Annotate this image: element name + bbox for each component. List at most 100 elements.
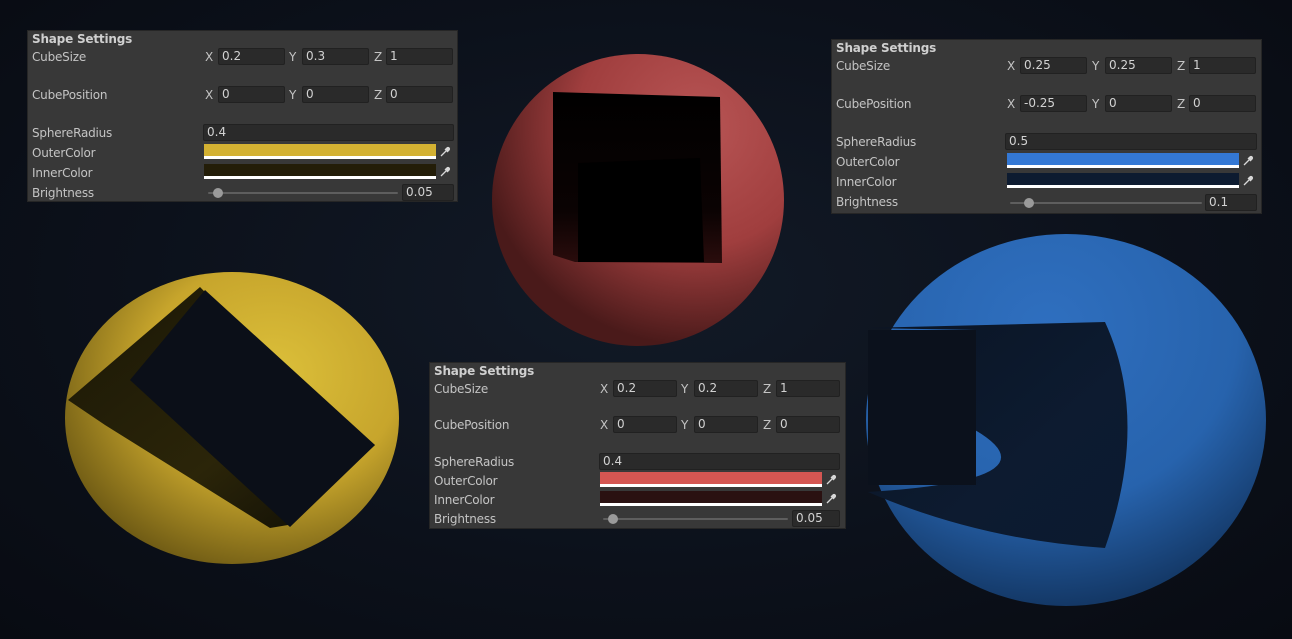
axis-x-label: X (600, 382, 609, 396)
panel-title: Shape Settings (32, 32, 133, 46)
outer-color-label: OuterColor (836, 155, 900, 169)
cube-position-label: CubePosition (836, 97, 912, 111)
inner-color-swatch[interactable] (600, 491, 822, 507)
cube-position-y-field[interactable]: 0 (302, 86, 369, 103)
shape-settings-panel-blue: Shape Settings CubeSize X 0.25 Y 0.25 Z … (831, 39, 1262, 214)
sphere-radius-label: SphereRadius (32, 126, 113, 140)
axis-z-label: Z (763, 418, 772, 432)
cube-position-y-field[interactable]: 0 (1105, 95, 1172, 112)
axis-z-label: Z (1177, 59, 1186, 73)
axis-y-label: Y (289, 50, 297, 64)
eyedropper-icon[interactable] (822, 472, 840, 488)
cube-position-z-field[interactable]: 0 (386, 86, 453, 103)
outer-color-swatch[interactable] (1007, 153, 1239, 169)
brightness-field[interactable]: 0.1 (1205, 194, 1257, 211)
axis-x-label: X (600, 418, 609, 432)
inner-color-fill (1007, 173, 1239, 185)
alpha-bar (600, 484, 822, 487)
outer-color-fill (600, 472, 822, 484)
brightness-label: Brightness (434, 512, 496, 526)
outer-color-fill (204, 144, 436, 156)
red-sphere[interactable] (492, 54, 784, 346)
inner-color-label: InnerColor (32, 166, 93, 180)
eyedropper-icon[interactable] (1239, 153, 1257, 169)
inner-color-swatch[interactable] (1007, 173, 1239, 189)
yellow-sphere[interactable] (65, 272, 399, 564)
alpha-bar (204, 176, 436, 179)
axis-x-label: X (1007, 97, 1016, 111)
cube-size-label: CubeSize (836, 59, 891, 73)
inner-color-swatch[interactable] (204, 164, 436, 180)
sphere-radius-label: SphereRadius (836, 135, 917, 149)
blue-sphere[interactable] (866, 234, 1266, 606)
eyedropper-icon[interactable] (822, 491, 840, 507)
alpha-bar (600, 503, 822, 506)
cube-position-label: CubePosition (434, 418, 510, 432)
axis-y-label: Y (681, 418, 689, 432)
cube-position-z-field[interactable]: 0 (1189, 95, 1256, 112)
axis-y-label: Y (1092, 97, 1100, 111)
brightness-slider-knob[interactable] (213, 188, 223, 198)
axis-z-label: Z (763, 382, 772, 396)
brightness-label: Brightness (32, 186, 94, 200)
inner-color-fill (600, 491, 822, 503)
cube-position-y-field[interactable]: 0 (694, 416, 758, 433)
axis-z-label: Z (1177, 97, 1186, 111)
shape-settings-panel-yellow: Shape Settings CubeSize X 0.2 Y 0.3 Z 1 … (27, 30, 458, 202)
sphere-radius-field[interactable]: 0.4 (599, 453, 840, 470)
cube-size-y-field[interactable]: 0.3 (302, 48, 369, 65)
axis-y-label: Y (289, 88, 297, 102)
outer-color-swatch[interactable] (600, 472, 822, 488)
cube-position-x-field[interactable]: 0 (613, 416, 677, 433)
shape-settings-panel-red: Shape Settings CubeSize X 0.2 Y 0.2 Z 1 … (429, 362, 846, 529)
cube-position-x-field[interactable]: -0.25 (1020, 95, 1087, 112)
brightness-slider-knob[interactable] (608, 514, 618, 524)
inner-color-label: InnerColor (836, 175, 897, 189)
eyedropper-icon[interactable] (436, 144, 454, 160)
cube-size-z-field[interactable]: 1 (1189, 57, 1256, 74)
brightness-label: Brightness (836, 195, 898, 209)
cube-size-y-field[interactable]: 0.2 (694, 380, 758, 397)
outer-color-label: OuterColor (32, 146, 96, 160)
cube-size-label: CubeSize (32, 50, 87, 64)
brightness-slider-track[interactable] (1010, 202, 1202, 204)
brightness-field[interactable]: 0.05 (402, 184, 454, 201)
cube-size-z-field[interactable]: 1 (386, 48, 453, 65)
cube-size-z-field[interactable]: 1 (776, 380, 840, 397)
blue-sphere-hole (868, 330, 976, 485)
brightness-slider-knob[interactable] (1024, 198, 1034, 208)
cube-position-x-field[interactable]: 0 (218, 86, 285, 103)
outer-color-label: OuterColor (434, 474, 498, 488)
cube-position-label: CubePosition (32, 88, 108, 102)
cube-size-x-field[interactable]: 0.2 (613, 380, 677, 397)
axis-y-label: Y (681, 382, 689, 396)
outer-color-swatch[interactable] (204, 144, 436, 160)
brightness-field[interactable]: 0.05 (792, 510, 840, 527)
outer-color-fill (1007, 153, 1239, 165)
alpha-bar (1007, 165, 1239, 168)
sphere-radius-field[interactable]: 0.5 (1005, 133, 1257, 150)
alpha-bar (204, 156, 436, 159)
brightness-slider-track[interactable] (208, 192, 398, 194)
cube-size-label: CubeSize (434, 382, 489, 396)
alpha-bar (1007, 185, 1239, 188)
inner-color-fill (204, 164, 436, 176)
panel-title: Shape Settings (434, 364, 535, 378)
axis-z-label: Z (374, 50, 383, 64)
axis-x-label: X (205, 50, 214, 64)
axis-x-label: X (1007, 59, 1016, 73)
cube-size-x-field[interactable]: 0.25 (1020, 57, 1087, 74)
cube-position-z-field[interactable]: 0 (776, 416, 840, 433)
brightness-slider-track[interactable] (603, 518, 788, 520)
cube-size-x-field[interactable]: 0.2 (218, 48, 285, 65)
axis-x-label: X (205, 88, 214, 102)
axis-y-label: Y (1092, 59, 1100, 73)
cube-size-y-field[interactable]: 0.25 (1105, 57, 1172, 74)
eyedropper-icon[interactable] (436, 164, 454, 180)
panel-title: Shape Settings (836, 41, 937, 55)
sphere-radius-label: SphereRadius (434, 455, 515, 469)
inner-color-label: InnerColor (434, 493, 495, 507)
red-sphere-hole (578, 158, 704, 262)
eyedropper-icon[interactable] (1239, 173, 1257, 189)
sphere-radius-field[interactable]: 0.4 (203, 124, 454, 141)
